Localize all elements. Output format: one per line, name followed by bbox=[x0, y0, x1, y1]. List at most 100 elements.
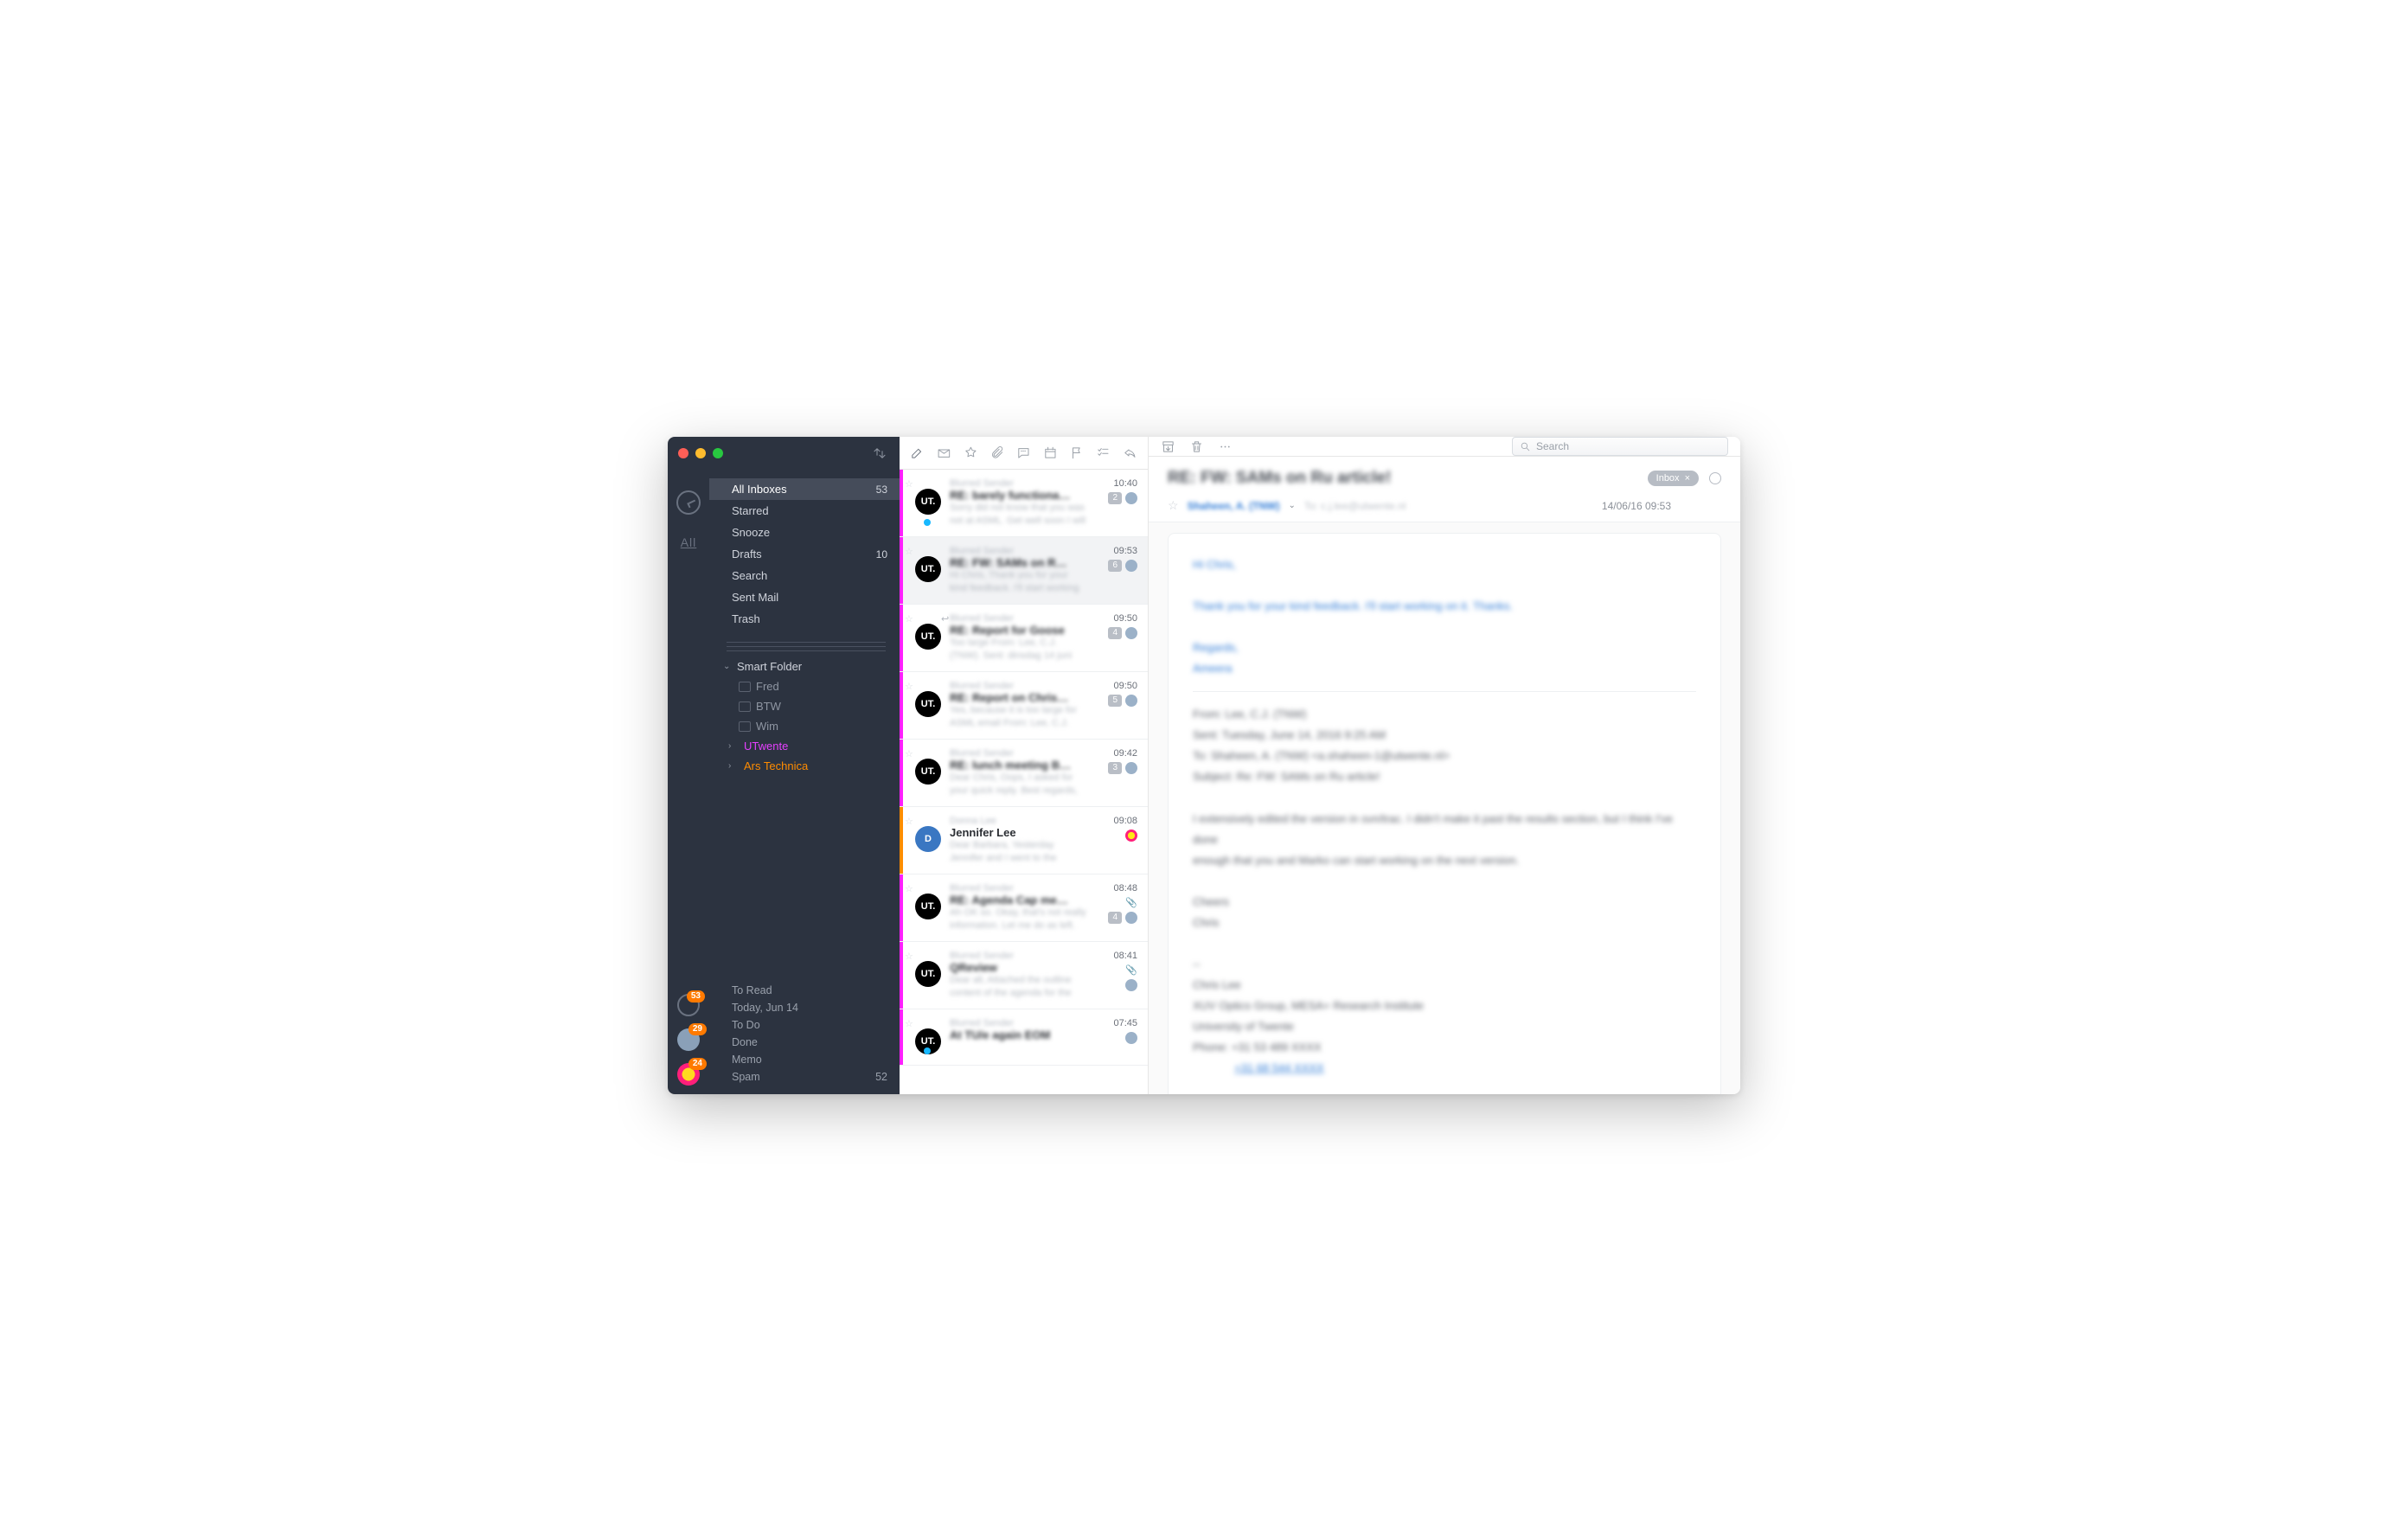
rail-badge-clock-count: 53 bbox=[687, 990, 705, 1003]
sidebar-item-search[interactable]: Search bbox=[709, 565, 900, 586]
message-time: 10:40 bbox=[1113, 478, 1137, 489]
sidebar-item-label: Drafts bbox=[732, 548, 762, 561]
sidebar-bottom-today-jun-14[interactable]: Today, Jun 14 bbox=[732, 999, 887, 1016]
sidebar-item-sent-mail[interactable]: Sent Mail bbox=[709, 586, 900, 608]
archive-icon[interactable] bbox=[1161, 439, 1175, 454]
message-list[interactable]: ☆UT. Blurred Sender RE: barely functiona… bbox=[900, 470, 1148, 1094]
message-preview: Hi Chris, Thank you for your kind feedba… bbox=[950, 569, 1087, 593]
star-outline-icon[interactable]: ☆ bbox=[905, 546, 913, 557]
message-meta: 09:536 bbox=[1096, 546, 1137, 593]
message-row[interactable]: ☆UT. Blurred Sender At TU/e again EOM 07… bbox=[900, 1009, 1148, 1066]
inbox-pill[interactable]: Inbox × bbox=[1648, 471, 1699, 486]
annotate-icon[interactable] bbox=[1016, 445, 1031, 460]
reader-timestamp: 14/06/16 09:53 bbox=[1602, 500, 1671, 512]
star-outline-icon[interactable]: ☆ bbox=[905, 883, 913, 894]
rail-badge-clock[interactable]: 53 bbox=[677, 994, 700, 1016]
sidebar-item-label: Search bbox=[732, 569, 767, 582]
tree-smart-folder[interactable]: ⌄ Smart Folder bbox=[709, 657, 900, 676]
message-row[interactable]: ☆UT. Blurred Sender RE: barely functiona… bbox=[900, 470, 1148, 537]
attachment-icon[interactable] bbox=[989, 445, 1004, 460]
body-signature: Ameera bbox=[1193, 658, 1696, 679]
sidebar-item-label: Trash bbox=[732, 612, 760, 625]
message-subject: QReview bbox=[950, 961, 1087, 974]
star-outline-icon[interactable]: ☆ bbox=[905, 748, 913, 759]
message-sender: Blurred Sender bbox=[950, 681, 1087, 691]
zoom-window-button[interactable] bbox=[713, 448, 723, 458]
message-subject: At TU/e again EOM bbox=[950, 1028, 1087, 1041]
message-row[interactable]: ☆D Donna Lee Jennifer Lee Dear Barbara, … bbox=[900, 807, 1148, 874]
sidebar-bottom-label: Spam bbox=[732, 1071, 760, 1083]
sidebar-bottom-label: Today, Jun 14 bbox=[732, 1002, 798, 1014]
sidebar-item-drafts[interactable]: Drafts10 bbox=[709, 543, 900, 565]
chevron-right-icon: › bbox=[728, 741, 737, 751]
sidebar-item-all-inboxes[interactable]: All Inboxes53 bbox=[709, 478, 900, 500]
color-ring-icon[interactable] bbox=[1709, 472, 1721, 484]
sidebar-bottom-done[interactable]: Done bbox=[732, 1034, 887, 1051]
message-sender: Blurred Sender bbox=[950, 546, 1087, 556]
message-row[interactable]: ☆UT. Blurred Sender RE: FW: SAMs on R… H… bbox=[900, 537, 1148, 605]
rail-badge-avatar[interactable]: 29 bbox=[677, 1028, 700, 1051]
message-list-pane: ☆UT. Blurred Sender RE: barely functiona… bbox=[900, 437, 1149, 1094]
sidebar-item-trash[interactable]: Trash bbox=[709, 608, 900, 630]
compose-icon[interactable] bbox=[910, 445, 925, 460]
message-list-toolbar bbox=[900, 437, 1148, 470]
star-icon[interactable] bbox=[964, 445, 978, 460]
sidebar-item-snooze[interactable]: Snooze bbox=[709, 522, 900, 543]
reader-from-name[interactable]: Shaheen, A. (TNW) bbox=[1188, 500, 1280, 512]
message-subject: RE: FW: SAMs on R… bbox=[950, 556, 1087, 569]
mini-avatar-icon bbox=[1125, 912, 1137, 924]
schedule-icon[interactable] bbox=[1043, 445, 1058, 460]
account-utwente[interactable]: ›UTwente bbox=[709, 736, 900, 756]
message-row[interactable]: ☆UT. Blurred Sender RE: Agenda Cap me… A… bbox=[900, 874, 1148, 942]
clock-icon[interactable] bbox=[676, 490, 701, 515]
star-outline-icon[interactable]: ☆ bbox=[905, 1018, 913, 1029]
account-label: Ars Technica bbox=[744, 759, 808, 772]
message-summary: Blurred Sender QReview Dear all, Attache… bbox=[950, 951, 1087, 998]
sidebar-item-starred[interactable]: Starred bbox=[709, 500, 900, 522]
mini-avatar-icon bbox=[1125, 979, 1137, 991]
window-controls bbox=[678, 448, 723, 458]
mini-flower-icon bbox=[1125, 830, 1137, 842]
star-outline-icon[interactable]: ☆ bbox=[905, 816, 913, 827]
star-outline-icon[interactable]: ☆ bbox=[1168, 498, 1179, 513]
message-row[interactable]: ☆UT. Blurred Sender RE: lunch meeting B…… bbox=[900, 740, 1148, 807]
message-row[interactable]: ☆UT. Blurred Sender RE: Report on Chris…… bbox=[900, 672, 1148, 740]
sidebar-bottom-to-do[interactable]: To Do bbox=[732, 1016, 887, 1034]
message-time: 08:41 bbox=[1113, 951, 1137, 961]
reply-icon[interactable] bbox=[1123, 445, 1137, 460]
mark-read-icon[interactable] bbox=[937, 445, 951, 460]
trash-icon[interactable] bbox=[1189, 439, 1204, 454]
rail-badge-flower[interactable]: 24 bbox=[677, 1063, 700, 1086]
message-summary: Donna Lee Jennifer Lee Dear Barbara, Yes… bbox=[950, 816, 1087, 863]
message-stripe bbox=[900, 874, 903, 941]
checklist-icon[interactable] bbox=[1096, 445, 1111, 460]
reply-indicator-icon: ↩ bbox=[941, 613, 949, 625]
message-row[interactable]: ☆UT. Blurred Sender QReview Dear all, At… bbox=[900, 942, 1148, 1009]
sidebar-item-count: 53 bbox=[876, 484, 887, 496]
flag-icon[interactable] bbox=[1070, 445, 1085, 460]
sync-icon[interactable] bbox=[872, 445, 887, 461]
minimize-window-button[interactable] bbox=[695, 448, 706, 458]
sidebar-bottom-memo[interactable]: Memo bbox=[732, 1051, 887, 1068]
chevron-down-icon[interactable]: ⌄ bbox=[1288, 501, 1295, 510]
star-outline-icon[interactable]: ☆ bbox=[905, 478, 913, 490]
message-summary: Blurred Sender RE: barely functiona… Sor… bbox=[950, 478, 1087, 526]
sidebar-bottom-to-read[interactable]: To Read bbox=[732, 982, 887, 999]
star-outline-icon[interactable]: ☆ bbox=[905, 681, 913, 692]
account-ars-technica[interactable]: ›Ars Technica bbox=[709, 756, 900, 776]
sidebar: All 53 29 24 All Inboxes53StarredSnoozeD… bbox=[668, 437, 900, 1094]
smart-subfolder-wim[interactable]: Wim bbox=[709, 716, 900, 736]
search-input[interactable]: Search bbox=[1512, 437, 1728, 456]
smart-subfolder-btw[interactable]: BTW bbox=[709, 696, 900, 716]
star-outline-icon[interactable]: ☆ bbox=[905, 951, 913, 962]
sidebar-bottom-spam[interactable]: Spam52 bbox=[732, 1068, 887, 1086]
message-preview: Dear Chris, Oops, I asked for your quick… bbox=[950, 772, 1087, 796]
body-phone-label: Phone: bbox=[1193, 1041, 1228, 1054]
close-window-button[interactable] bbox=[678, 448, 688, 458]
rail-glyph-all[interactable]: All bbox=[681, 535, 697, 549]
body-line1: Thank you for your kind feedback. I'll s… bbox=[1193, 596, 1696, 617]
more-icon[interactable] bbox=[1218, 439, 1233, 454]
star-outline-icon[interactable]: ☆ bbox=[905, 613, 913, 625]
message-row[interactable]: ☆↩UT. Blurred Sender RE: Report for Goos… bbox=[900, 605, 1148, 672]
smart-subfolder-fred[interactable]: Fred bbox=[709, 676, 900, 696]
